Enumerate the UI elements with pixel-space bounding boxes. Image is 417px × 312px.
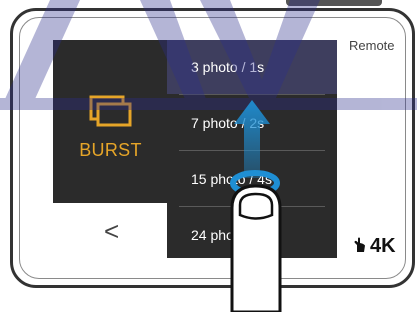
swipe-up-finger-icon [230,100,282,312]
